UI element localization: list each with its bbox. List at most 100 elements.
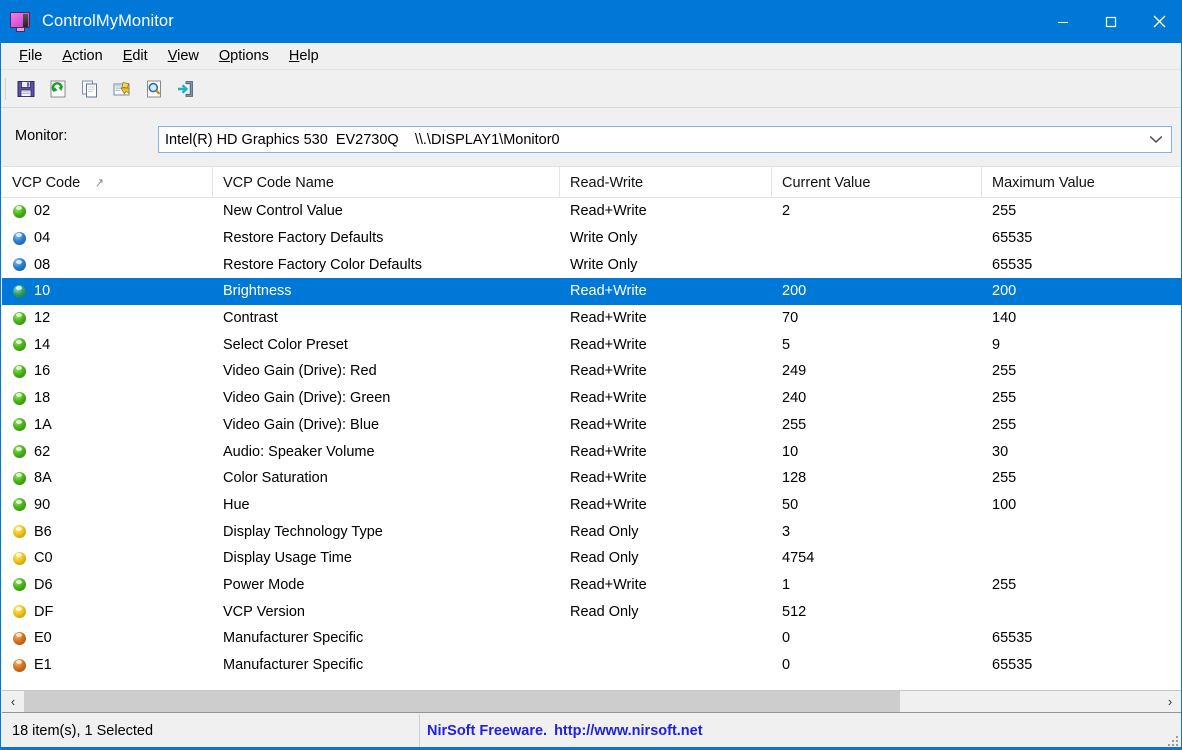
menu-bar: File Action Edit View Options Help xyxy=(1,43,1181,70)
table-row[interactable]: 90 Hue Read+Write 50 100 xyxy=(2,492,1181,519)
cell-maximum-value: 255 xyxy=(992,470,1017,487)
vcp-code-label: 18 xyxy=(34,390,51,407)
table-row[interactable]: DF VCP Version Read Only 512 xyxy=(2,598,1181,625)
status-bullet-icon xyxy=(13,498,26,512)
exit-icon[interactable] xyxy=(171,75,201,103)
find-icon[interactable] xyxy=(139,75,169,103)
table-row[interactable]: B6 Display Technology Type Read Only 3 xyxy=(2,518,1181,545)
cell-maximum-value: 65535 xyxy=(992,256,1033,273)
status-bullet-icon xyxy=(13,525,26,539)
table-row[interactable]: 16 Video Gain (Drive): Red Read+Write 249 25… xyxy=(2,358,1181,385)
window-bottom-border xyxy=(1,747,1181,749)
cell-vcp-code-name: Brightness xyxy=(223,283,292,300)
cell-read-write: Read+Write xyxy=(570,416,647,433)
cell-vcp-code-name: Manufacturer Specific xyxy=(223,657,364,674)
cell-vcp-code: 02 xyxy=(2,203,213,219)
status-credit[interactable]: NirSoft Freeware. http://www.nirsoft.net xyxy=(420,714,1181,748)
status-bullet-icon xyxy=(13,631,26,645)
table-row[interactable]: 02 New Control Value Read+Write 2 255 xyxy=(2,198,1181,225)
cell-read-write: Read+Write xyxy=(570,443,647,460)
cell-maximum-value: 200 xyxy=(992,283,1017,300)
status-bullet-icon xyxy=(13,258,26,272)
table-row[interactable]: 04 Restore Factory Defaults Write Only 6553… xyxy=(2,225,1181,252)
cell-current-value: 240 xyxy=(782,390,807,407)
table-row[interactable]: E1 Manufacturer Specific 0 65535 xyxy=(2,652,1181,679)
vcp-code-label: 16 xyxy=(34,363,51,380)
column-header-label: Maximum Value xyxy=(992,174,1095,191)
table-row[interactable]: 08 Restore Factory Color Defaults Write On… xyxy=(2,251,1181,278)
scroll-left-arrow-icon[interactable]: ‹ xyxy=(2,691,24,712)
cell-vcp-code-name: Video Gain (Drive): Red xyxy=(223,363,377,380)
status-bullet-icon xyxy=(13,284,26,298)
table-row[interactable]: 18 Video Gain (Drive): Green Read+Write 240… xyxy=(2,385,1181,412)
cell-vcp-code-name: Hue xyxy=(223,496,250,513)
cell-current-value: 255 xyxy=(782,416,807,433)
menu-file[interactable]: File xyxy=(9,45,52,68)
nirsoft-link[interactable]: http://www.nirsoft.net xyxy=(554,723,702,739)
horizontal-scrollbar[interactable]: ‹ › xyxy=(2,690,1181,712)
monitor-combobox-value: Intel(R) HD Graphics 530 EV2730Q \\.\DIS… xyxy=(165,131,560,148)
table-row[interactable]: 14 Select Color Preset Read+Write 5 9 xyxy=(2,331,1181,358)
scrollbar-track[interactable] xyxy=(24,691,1159,712)
table-row[interactable]: D6 Power Mode Read+Write 1 255 xyxy=(2,572,1181,599)
cell-vcp-code-name: Color Saturation xyxy=(223,470,328,487)
window-title: ControlMyMonitor xyxy=(42,12,174,30)
column-header-maximum-value[interactable]: Maximum Value xyxy=(982,167,1181,198)
column-header-vcp-code-name[interactable]: VCP Code Name xyxy=(213,167,560,198)
table-row[interactable]: 62 Audio: Speaker Volume Read+Write 10 30 xyxy=(2,438,1181,465)
cell-current-value: 3 xyxy=(782,523,791,540)
chevron-down-icon[interactable] xyxy=(1141,127,1171,152)
maximize-button[interactable] xyxy=(1087,0,1135,43)
cell-read-write: Read+Write xyxy=(570,336,647,353)
properties-icon[interactable] xyxy=(107,75,137,103)
cell-vcp-code-name: New Control Value xyxy=(223,203,343,220)
resize-grip[interactable] xyxy=(1167,735,1178,746)
minimize-button[interactable] xyxy=(1039,0,1087,43)
cell-maximum-value: 255 xyxy=(992,363,1017,380)
status-item-count: 18 item(s), 1 Selected xyxy=(2,713,420,748)
vcp-code-label: 8A xyxy=(34,470,52,487)
cell-vcp-code: 16 xyxy=(2,363,213,379)
cell-read-write: Read+Write xyxy=(570,576,647,593)
cell-read-write: Read Only xyxy=(570,523,639,540)
status-bullet-icon xyxy=(13,391,26,405)
cell-vcp-code-name: Audio: Speaker Volume xyxy=(223,443,375,460)
column-header-current-value[interactable]: Current Value xyxy=(772,167,982,198)
status-bullet-icon xyxy=(13,231,26,245)
menu-options[interactable]: Options xyxy=(209,45,279,68)
save-icon[interactable] xyxy=(11,75,41,103)
cell-maximum-value: 30 xyxy=(992,443,1009,460)
monitor-combobox[interactable]: Intel(R) HD Graphics 530 EV2730Q \\.\DIS… xyxy=(158,126,1172,153)
close-button[interactable] xyxy=(1135,0,1181,43)
cell-maximum-value: 65535 xyxy=(992,230,1033,247)
column-header-read-write[interactable]: Read-Write xyxy=(560,167,772,198)
table-row[interactable]: 10 Brightness Read+Write 200 200 xyxy=(2,278,1181,305)
table-row[interactable]: 12 Contrast Read+Write 70 140 xyxy=(2,305,1181,332)
menu-action[interactable]: Action xyxy=(52,45,112,68)
table-row[interactable]: 1A Video Gain (Drive): Blue Read+Write 255 2… xyxy=(2,412,1181,439)
cell-vcp-code-name: Display Technology Type xyxy=(223,523,383,540)
cell-current-value: 1 xyxy=(782,576,791,593)
cell-current-value: 0 xyxy=(782,630,791,647)
cell-read-write: Read+Write xyxy=(570,310,647,327)
scrollbar-thumb[interactable] xyxy=(24,691,900,712)
refresh-icon[interactable] xyxy=(43,75,73,103)
copy-icon[interactable] xyxy=(75,75,105,103)
cell-maximum-value: 9 xyxy=(992,336,1001,353)
credit-label: NirSoft Freeware. xyxy=(427,722,548,739)
cell-vcp-code: 12 xyxy=(2,310,213,326)
menu-help[interactable]: Help xyxy=(279,45,329,68)
cell-vcp-code-name: Display Usage Time xyxy=(223,550,352,567)
menu-edit[interactable]: Edit xyxy=(113,45,158,68)
column-header-vcp-code[interactable]: VCP Code ↗ xyxy=(2,167,213,198)
status-bar: 18 item(s), 1 Selected NirSoft Freeware.… xyxy=(2,712,1181,748)
table-row[interactable]: C0 Display Usage Time Read Only 4754 xyxy=(2,545,1181,572)
menu-view[interactable]: View xyxy=(158,45,209,68)
table-row[interactable]: 8A Color Saturation Read+Write 128 255 xyxy=(2,465,1181,492)
cell-current-value: 70 xyxy=(782,310,799,327)
scroll-right-arrow-icon[interactable]: › xyxy=(1159,691,1181,712)
window-controls xyxy=(1039,0,1181,43)
cell-maximum-value: 100 xyxy=(992,496,1017,513)
vcp-code-label: 04 xyxy=(34,230,51,247)
table-row[interactable]: E0 Manufacturer Specific 0 65535 xyxy=(2,625,1181,652)
